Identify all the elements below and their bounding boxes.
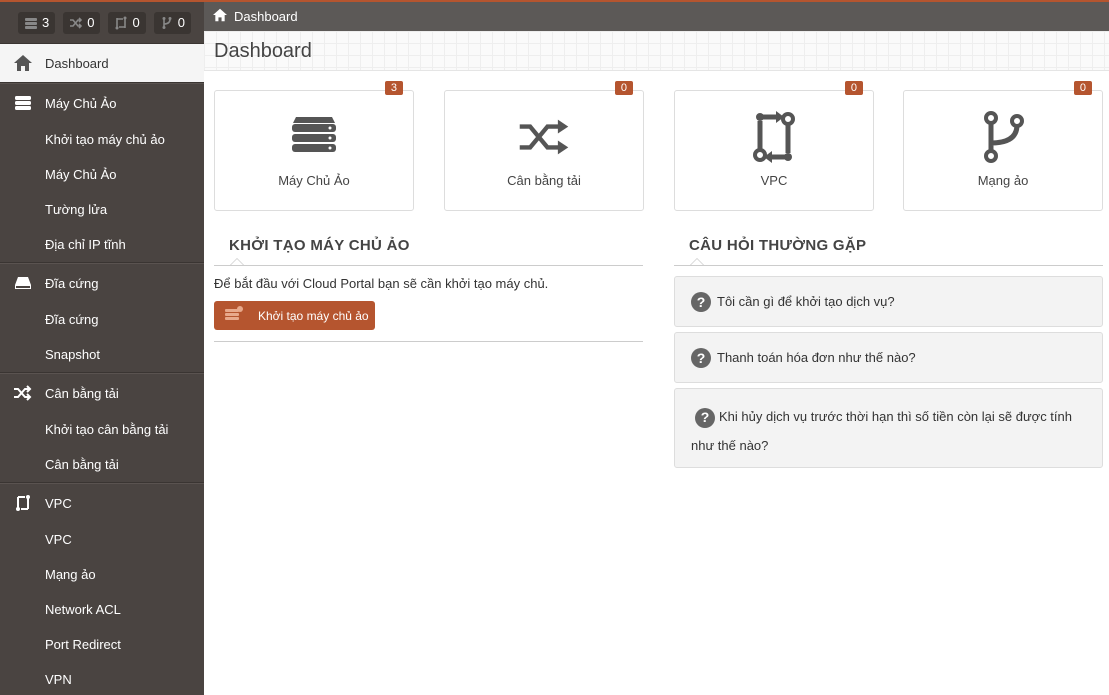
server-icon [13, 93, 33, 113]
sidebar-item-port-redirect[interactable]: Port Redirect [0, 627, 204, 662]
branch-icon [977, 111, 1029, 163]
counter-loadbalancers[interactable]: 0 [63, 11, 101, 34]
breadcrumb-item[interactable]: Dashboard [234, 9, 298, 24]
sidebar-item-label: Tường lửa [45, 202, 108, 217]
sidebar-item-create-vm[interactable]: Khởi tạo máy chủ ảo [0, 122, 204, 157]
sidebar-item-vpn[interactable]: VPN [0, 662, 204, 695]
sidebar-item-static-ip[interactable]: Địa chỉ IP tĩnh [0, 227, 204, 262]
sidebar-head-vpc[interactable]: VPC [0, 484, 204, 522]
card-label: Mạng ảo [977, 173, 1029, 188]
sidebar-item-label: Port Redirect [45, 637, 121, 652]
card-label: Cân bằng tải [507, 173, 581, 188]
faq-question: Thanh toán hóa đơn như thế nào? [717, 350, 916, 365]
branch-icon [162, 16, 172, 29]
card-label: VPC [760, 173, 788, 188]
card-networks[interactable]: 0 Mạng ảo [903, 81, 1103, 211]
sidebar-item-disk[interactable]: Đĩa cứng [0, 302, 204, 337]
sidebar-item-vpc[interactable]: VPC [0, 522, 204, 557]
sidebar-item-label: VPC [45, 495, 72, 511]
create-vm-button[interactable]: Khởi tạo máy chủ ảo [214, 301, 375, 330]
sidebar-item-label: VPN [45, 672, 72, 687]
sidebar-item-snapshot[interactable]: Snapshot [0, 337, 204, 372]
divider [214, 265, 643, 266]
count-badge: 0 [844, 81, 863, 95]
page-header: Dashboard [204, 31, 1109, 71]
question-icon: ? [691, 347, 711, 368]
faq-item[interactable]: ? Tôi cần gì để khởi tạo dịch vụ? [674, 276, 1103, 327]
sidebar-item-vm[interactable]: Máy Chủ Ảo [0, 157, 204, 192]
faq-item[interactable]: ? Thanh toán hóa đơn như thế nào? [674, 332, 1103, 383]
sidebar-item-network-acl[interactable]: Network ACL [0, 592, 204, 627]
notch [230, 258, 244, 265]
card-loadbalancers[interactable]: 0 Cân bằng tải [444, 81, 644, 211]
home-icon[interactable] [212, 8, 228, 25]
sidebar-item-label: Snapshot [45, 347, 100, 362]
counter-bar: 3 0 0 0 [0, 2, 204, 44]
counter-networks[interactable]: 0 [153, 11, 191, 34]
sidebar-item-dashboard[interactable]: Dashboard [0, 44, 204, 82]
shuffle-icon [70, 16, 83, 29]
shuffle-icon [13, 383, 33, 403]
sidebar-head-loadbalancer[interactable]: Cân bằng tải [0, 374, 204, 412]
breadcrumb: Dashboard [204, 0, 1109, 31]
sidebar-head-disk[interactable]: Đĩa cứng [0, 264, 204, 302]
server-icon [288, 111, 340, 163]
divider [214, 341, 643, 342]
card-vpc[interactable]: 0 VPC [674, 81, 874, 211]
counter-vpc[interactable]: 0 [108, 11, 146, 34]
faq-section-title: CÂU HỎI THƯỜNG GẶP [689, 237, 867, 254]
faq-question: Khi hủy dịch vụ trước thời hạn thì số ti… [691, 409, 1072, 453]
vpc-icon [115, 16, 127, 29]
count-badge: 3 [384, 81, 403, 95]
sidebar-item-label: Máy Chủ Ảo [45, 167, 117, 182]
faq-item[interactable]: ? Khi hủy dịch vụ trước thời hạn thì số t… [674, 388, 1103, 468]
sidebar-item-label: Đĩa cứng [45, 275, 99, 291]
sidebar-item-label: VPC [45, 532, 72, 547]
page-title: Dashboard [214, 40, 312, 62]
disk-icon [13, 273, 33, 293]
question-icon: ? [691, 291, 711, 312]
intro-text: Để bắt đầu với Cloud Portal bạn sẽ cần k… [214, 276, 549, 291]
create-section-title: KHỞI TẠO MÁY CHỦ ẢO [229, 237, 410, 254]
counter-value: 0 [87, 15, 95, 30]
sidebar-head-vm[interactable]: Máy Chủ Ảo [0, 84, 204, 122]
sidebar-item-create-lb[interactable]: Khởi tạo cân bằng tải [0, 412, 204, 447]
button-label: Khởi tạo máy chủ ảo [258, 308, 369, 323]
sidebar-item-label: Đĩa cứng [45, 312, 99, 327]
counter-value: 3 [42, 15, 50, 30]
divider [674, 265, 1103, 266]
sidebar-item-label: Khởi tạo máy chủ ảo [45, 132, 165, 147]
counter-value: 0 [132, 15, 140, 30]
sidebar-item-label: Cân bằng tải [45, 457, 119, 472]
sidebar-item-label: Dashboard [45, 55, 109, 71]
card-label: Máy Chủ Ảo [278, 173, 350, 188]
card-servers[interactable]: 3 Máy Chủ Ảo [214, 81, 414, 211]
sidebar-item-firewall[interactable]: Tường lửa [0, 192, 204, 227]
sidebar-item-label: Máy Chủ Ảo [45, 95, 117, 111]
shuffle-icon [518, 111, 570, 163]
count-badge: 0 [1073, 81, 1092, 95]
sidebar-item-lb[interactable]: Cân bằng tải [0, 447, 204, 482]
server-add-icon [224, 306, 244, 325]
sidebar: 3 0 0 0 Dashboard Máy Chủ Ảo Khởi tạo má… [0, 0, 204, 695]
home-icon [13, 53, 33, 73]
question-icon: ? [695, 407, 715, 428]
faq-question: Tôi cần gì để khởi tạo dịch vụ? [717, 294, 895, 309]
sidebar-item-label: Khởi tạo cân bằng tải [45, 422, 169, 437]
sidebar-item-network[interactable]: Mạng ảo [0, 557, 204, 592]
notch [690, 258, 704, 265]
counter-value: 0 [177, 15, 185, 30]
sidebar-item-label: Cân bằng tải [45, 385, 119, 401]
vpc-icon [748, 111, 800, 163]
count-badge: 0 [614, 81, 633, 95]
sidebar-item-label: Địa chỉ IP tĩnh [45, 237, 126, 252]
sidebar-item-label: Network ACL [45, 602, 121, 617]
vpc-icon [13, 493, 33, 513]
sidebar-item-label: Mạng ảo [45, 567, 96, 582]
server-icon [25, 17, 37, 29]
counter-servers[interactable]: 3 [18, 11, 56, 34]
